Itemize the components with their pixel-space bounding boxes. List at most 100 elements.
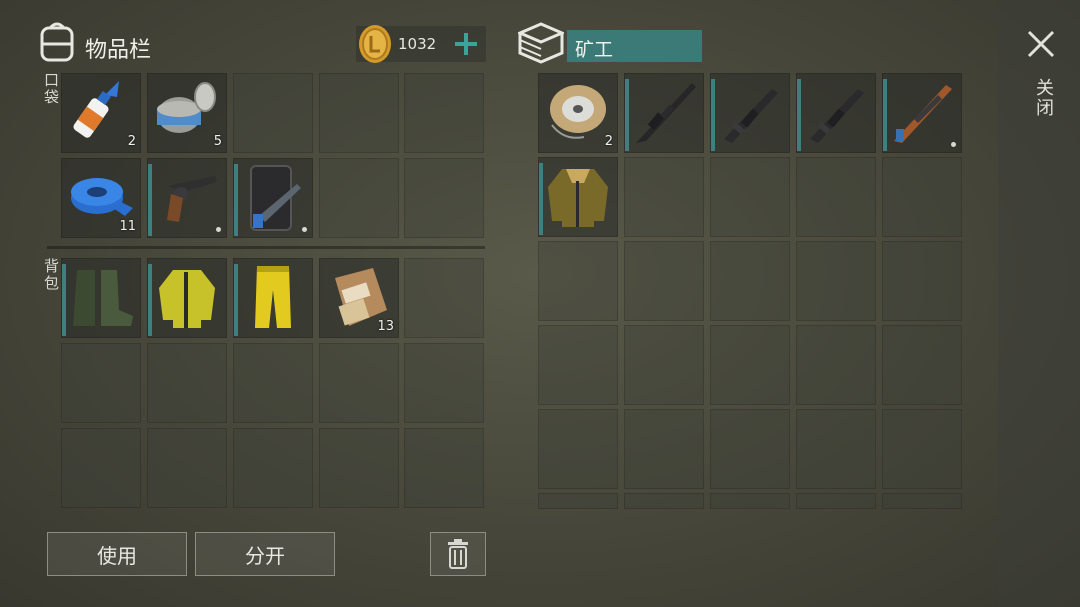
inventory-slot-empty[interactable] xyxy=(319,343,399,423)
use-button[interactable]: 使用 xyxy=(47,532,187,576)
container-slot-empty[interactable] xyxy=(538,493,618,509)
glue-icon xyxy=(73,81,119,138)
plus-icon[interactable] xyxy=(454,32,478,56)
container-slot-empty[interactable] xyxy=(710,157,790,237)
durability-bar xyxy=(234,264,238,336)
durability-bar xyxy=(148,164,152,236)
inventory-slot[interactable] xyxy=(147,158,227,238)
inventory-slot-empty[interactable] xyxy=(147,343,227,423)
inventory-slot-empty[interactable] xyxy=(319,73,399,153)
inventory-slot-empty[interactable] xyxy=(61,343,141,423)
container-slot-empty[interactable] xyxy=(882,493,962,509)
container-slot-empty[interactable] xyxy=(538,325,618,405)
durability-bar xyxy=(62,264,66,336)
container-slot-empty[interactable] xyxy=(882,325,962,405)
item-quantity: 2 xyxy=(604,134,613,149)
trash-icon xyxy=(448,539,468,569)
close-label: 关闭 xyxy=(1033,78,1054,118)
container-slot[interactable] xyxy=(882,73,962,153)
coin-display: 1032 xyxy=(356,24,486,64)
close-button[interactable]: 关闭 xyxy=(1022,28,1060,128)
container-slot-empty[interactable] xyxy=(624,241,704,321)
container-name-field[interactable]: 矿工 xyxy=(567,30,702,62)
inventory-slot-empty[interactable] xyxy=(404,258,484,338)
container-slot-empty[interactable] xyxy=(882,157,962,237)
inventory-slot-empty[interactable] xyxy=(404,428,484,508)
inventory-slot[interactable]: 2 xyxy=(61,73,141,153)
inventory-slot[interactable] xyxy=(147,258,227,338)
inventory-slot-empty[interactable] xyxy=(404,343,484,423)
inventory-slot-empty[interactable] xyxy=(404,73,484,153)
inventory-slot[interactable] xyxy=(233,158,313,238)
pocket-label: 口袋 xyxy=(42,72,60,106)
container-slot-empty[interactable] xyxy=(624,157,704,237)
container-slot-empty[interactable] xyxy=(710,325,790,405)
item-dot xyxy=(951,142,956,147)
inventory-slot[interactable]: 5 xyxy=(147,73,227,153)
container-slot[interactable] xyxy=(624,73,704,153)
delete-button[interactable] xyxy=(430,532,486,576)
inventory-slot[interactable]: 13 xyxy=(319,258,399,338)
inventory-slot-empty[interactable] xyxy=(61,428,141,508)
split-button[interactable]: 分开 xyxy=(195,532,335,576)
container-slot-empty[interactable] xyxy=(538,241,618,321)
inventory-slot[interactable] xyxy=(233,258,313,338)
item-quantity: 13 xyxy=(377,319,394,334)
revolver-icon xyxy=(167,176,217,222)
backpack-label: 背包 xyxy=(42,258,60,292)
backpack-icon xyxy=(38,20,76,64)
durability-bar xyxy=(539,163,543,235)
item-dot xyxy=(216,227,221,232)
inventory-slot-empty[interactable] xyxy=(404,158,484,238)
container-slot-empty[interactable] xyxy=(710,409,790,489)
wire-spool-icon xyxy=(550,85,606,139)
container-slot[interactable] xyxy=(796,73,876,153)
inventory-slot-empty[interactable] xyxy=(319,428,399,508)
inventory-slot-empty[interactable] xyxy=(233,428,313,508)
inventory-slot[interactable] xyxy=(61,258,141,338)
coin-icon xyxy=(358,24,392,64)
container-slot-empty[interactable] xyxy=(710,493,790,509)
durability-bar xyxy=(625,79,629,151)
durability-bar xyxy=(148,264,152,336)
section-divider xyxy=(47,246,485,249)
container-icon xyxy=(516,22,566,64)
container-slot-empty[interactable] xyxy=(796,241,876,321)
durability-bar xyxy=(797,79,801,151)
durability-bar xyxy=(234,164,238,236)
assault-rifle-icon xyxy=(636,83,696,143)
container-slot-empty[interactable] xyxy=(624,325,704,405)
hunting-rifle-icon xyxy=(894,85,952,143)
container-slot[interactable] xyxy=(710,73,790,153)
inventory-slot-empty[interactable] xyxy=(147,428,227,508)
item-quantity: 11 xyxy=(119,219,136,234)
item-dot xyxy=(302,227,307,232)
container-slot-empty[interactable] xyxy=(624,493,704,509)
close-icon xyxy=(1027,30,1055,58)
bomber-jacket-icon xyxy=(548,169,608,227)
container-slot-empty[interactable] xyxy=(710,241,790,321)
container-slot-empty[interactable] xyxy=(796,157,876,237)
yellow-jacket-icon xyxy=(159,270,215,328)
container-slot-empty[interactable] xyxy=(796,493,876,509)
container-slot-empty[interactable] xyxy=(538,409,618,489)
durability-bar xyxy=(883,79,887,151)
inventory-slot-empty[interactable] xyxy=(233,343,313,423)
container-slot-empty[interactable] xyxy=(796,409,876,489)
container-slot-empty[interactable] xyxy=(796,325,876,405)
container-name: 矿工 xyxy=(575,39,614,61)
container-slot[interactable]: 2 xyxy=(538,73,618,153)
smg-icon xyxy=(810,89,864,143)
item-quantity: 2 xyxy=(127,134,136,149)
container-slot-empty[interactable] xyxy=(882,409,962,489)
rubber-boots-icon xyxy=(73,270,133,326)
container-slot-empty[interactable] xyxy=(882,241,962,321)
yellow-pants-icon xyxy=(255,266,291,328)
inventory-slot[interactable]: 11 xyxy=(61,158,141,238)
inventory-title: 物品栏 xyxy=(85,38,152,63)
container-slot-empty[interactable] xyxy=(624,409,704,489)
container-slot[interactable] xyxy=(538,157,618,237)
inventory-slot-empty[interactable] xyxy=(319,158,399,238)
inventory-slot-empty[interactable] xyxy=(233,73,313,153)
canned-food-icon xyxy=(157,82,216,133)
